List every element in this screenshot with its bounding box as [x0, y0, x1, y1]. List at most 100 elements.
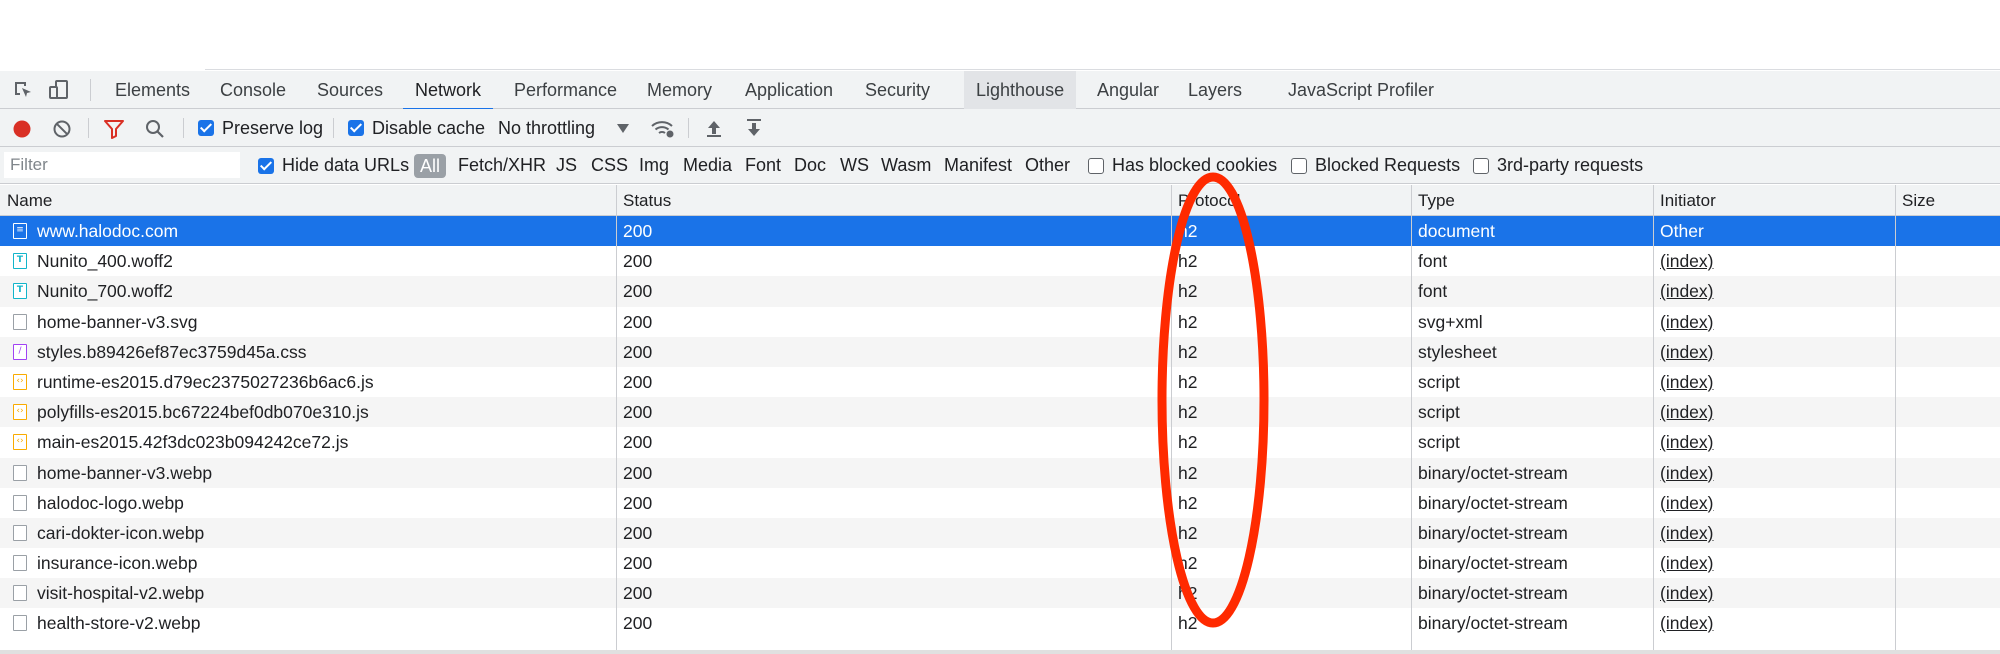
cell-initiator[interactable]: (index) — [1653, 488, 1714, 518]
filter-icon[interactable] — [103, 119, 125, 139]
search-icon[interactable] — [144, 118, 166, 140]
third-party-requests-check-icon[interactable] — [1473, 157, 1489, 174]
export-har-icon[interactable] — [745, 118, 763, 138]
device-toolbar-icon[interactable] — [48, 79, 70, 101]
devtools-tabbar: Elements Console Sources Network Perform… — [0, 71, 2000, 110]
cell-initiator[interactable]: (index) — [1653, 246, 1714, 276]
column-header-type[interactable]: Type — [1411, 185, 1455, 216]
tab-network[interactable]: Network — [403, 71, 494, 110]
column-header-name[interactable]: Name — [0, 185, 52, 216]
table-row[interactable]: T Nunito_400.woff2 200 h2 font (index) — [0, 246, 2000, 277]
disable-cache-check-icon[interactable] — [348, 120, 364, 136]
blocked-requests-checkbox[interactable]: Blocked Requests — [1291, 147, 1460, 184]
filter-type-font[interactable]: Font — [745, 147, 781, 184]
has-blocked-cookies-check-icon[interactable] — [1088, 157, 1104, 174]
tab-sources[interactable]: Sources — [305, 71, 395, 109]
record-icon[interactable] — [12, 119, 32, 139]
table-row[interactable]: halodoc-logo.webp 200 h2 binary/octet-strea… — [0, 487, 2000, 518]
clear-icon[interactable] — [52, 119, 72, 139]
cell-name[interactable]: cari-dokter-icon.webp — [30, 518, 204, 548]
cell-initiator[interactable]: (index) — [1653, 397, 1714, 427]
preserve-log-check-icon[interactable] — [198, 120, 214, 136]
table-row[interactable]: / styles.b89426ef87ec3759d45a.css 200 h2 sty… — [0, 336, 2000, 367]
filter-type-all[interactable]: All — [414, 154, 447, 178]
cell-protocol: h2 — [1178, 432, 1198, 453]
cell-name[interactable]: home-banner-v3.svg — [30, 307, 198, 337]
filter-type-wasm[interactable]: Wasm — [881, 147, 931, 184]
tab-layers[interactable]: Layers — [1176, 71, 1254, 109]
blocked-requests-check-icon[interactable] — [1291, 157, 1307, 174]
filter-type-js[interactable]: JS — [556, 147, 577, 184]
filter-type-fetch-xhr[interactable]: Fetch/XHR — [458, 147, 546, 184]
preserve-log-checkbox[interactable]: Preserve log — [198, 109, 323, 147]
table-row[interactable]: home-banner-v3.svg 200 h2 svg+xml (index) — [0, 306, 2000, 337]
cell-initiator[interactable]: (index) — [1653, 548, 1714, 578]
tab-application[interactable]: Application — [733, 71, 845, 109]
cell-initiator[interactable]: (index) — [1653, 518, 1714, 548]
table-row[interactable]: ≡ www.halodoc.com 200 h2 document Other — [0, 216, 2000, 247]
import-har-icon[interactable] — [705, 118, 723, 138]
cell-initiator[interactable]: (index) — [1653, 578, 1714, 608]
table-row[interactable]: ‹› runtime-es2015.d79ec2375027236b6ac6.js… — [0, 366, 2000, 398]
filter-type-media[interactable]: Media — [683, 147, 732, 184]
cell-initiator[interactable]: (index) — [1653, 458, 1714, 488]
column-divider — [616, 185, 617, 654]
column-header-status[interactable]: Status — [616, 185, 671, 216]
third-party-requests-checkbox[interactable]: 3rd-party requests — [1473, 147, 1643, 184]
cell-name[interactable]: insurance-icon.webp — [30, 548, 198, 578]
cell-initiator[interactable]: (index) — [1653, 276, 1714, 306]
filter-type-other[interactable]: Other — [1025, 147, 1070, 184]
column-header-size[interactable]: Size — [1895, 185, 1935, 216]
cell-name[interactable]: runtime-es2015.d79ec2375027236b6ac6.js — [30, 367, 374, 397]
cell-initiator[interactable]: (index) — [1653, 367, 1714, 397]
tab-memory[interactable]: Memory — [635, 71, 724, 109]
hide-data-urls-checkbox[interactable]: Hide data URLs — [258, 147, 409, 184]
column-header-initiator[interactable]: Initiator — [1653, 185, 1716, 216]
table-row[interactable]: home-banner-v3.webp 200 h2 binary/octet-str… — [0, 457, 2000, 488]
filter-type-img[interactable]: Img — [639, 147, 669, 184]
divider — [205, 69, 2000, 70]
table-row[interactable]: ‹› polyfills-es2015.bc67224bef0db070e310.… — [0, 397, 2000, 428]
cell-name[interactable]: main-es2015.42f3dc023b094242ce72.js — [30, 427, 348, 457]
tab-security[interactable]: Security — [853, 71, 942, 109]
cell-name[interactable]: visit-hospital-v2.webp — [30, 578, 204, 608]
cell-initiator[interactable]: (index) — [1653, 337, 1714, 367]
cell-name[interactable]: halodoc-logo.webp — [30, 488, 184, 518]
cell-initiator[interactable]: (index) — [1653, 307, 1714, 337]
table-row[interactable]: insurance-icon.webp 200 h2 binary/octet-str… — [0, 548, 2000, 579]
font-icon: T — [13, 253, 27, 270]
table-row[interactable]: health-store-v2.webp 200 h2 binary/octet-st… — [0, 608, 2000, 639]
cell-initiator[interactable]: (index) — [1653, 427, 1714, 457]
inspect-element-icon[interactable] — [12, 79, 34, 101]
throttling-select[interactable]: No throttling — [498, 109, 595, 147]
column-header-protocol[interactable]: Protocol — [1171, 185, 1240, 216]
filter-type-ws[interactable]: WS — [840, 147, 869, 184]
network-conditions-icon[interactable] — [650, 118, 676, 140]
cell-name[interactable]: health-store-v2.webp — [30, 608, 200, 638]
tab-javascript-profiler[interactable]: JavaScript Profiler — [1276, 71, 1446, 109]
has-blocked-cookies-checkbox[interactable]: Has blocked cookies — [1088, 147, 1277, 184]
filter-type-doc[interactable]: Doc — [794, 147, 826, 184]
chevron-down-icon[interactable] — [617, 124, 629, 133]
cell-name[interactable]: Nunito_700.woff2 — [30, 276, 173, 306]
tab-angular[interactable]: Angular — [1085, 71, 1171, 109]
hide-data-urls-check-icon[interactable] — [258, 157, 274, 174]
cell-name[interactable]: home-banner-v3.webp — [30, 458, 212, 488]
cell-initiator[interactable]: (index) — [1653, 608, 1714, 638]
filter-type-css[interactable]: CSS — [591, 147, 628, 184]
tab-console[interactable]: Console — [208, 71, 298, 109]
tab-lighthouse[interactable]: Lighthouse — [964, 71, 1077, 109]
table-row[interactable]: T Nunito_700.woff2 200 h2 font (index) — [0, 276, 2000, 307]
cell-name[interactable]: www.halodoc.com — [30, 216, 178, 246]
table-row[interactable]: cari-dokter-icon.webp 200 h2 binary/octet-s… — [0, 517, 2000, 549]
tab-elements[interactable]: Elements — [103, 71, 202, 109]
filter-type-manifest[interactable]: Manifest — [944, 147, 1012, 184]
table-row[interactable]: visit-hospital-v2.webp 200 h2 binary/octet-… — [0, 578, 2000, 609]
cell-name[interactable]: styles.b89426ef87ec3759d45a.css — [30, 337, 307, 367]
cell-name[interactable]: polyfills-es2015.bc67224bef0db070e310.js — [30, 397, 369, 427]
cell-name[interactable]: Nunito_400.woff2 — [30, 246, 173, 276]
filter-input[interactable] — [4, 152, 240, 178]
table-row[interactable]: ‹› main-es2015.42f3dc023b094242ce72.js 200… — [0, 427, 2000, 458]
disable-cache-checkbox[interactable]: Disable cache — [348, 109, 485, 147]
tab-performance[interactable]: Performance — [502, 71, 629, 109]
